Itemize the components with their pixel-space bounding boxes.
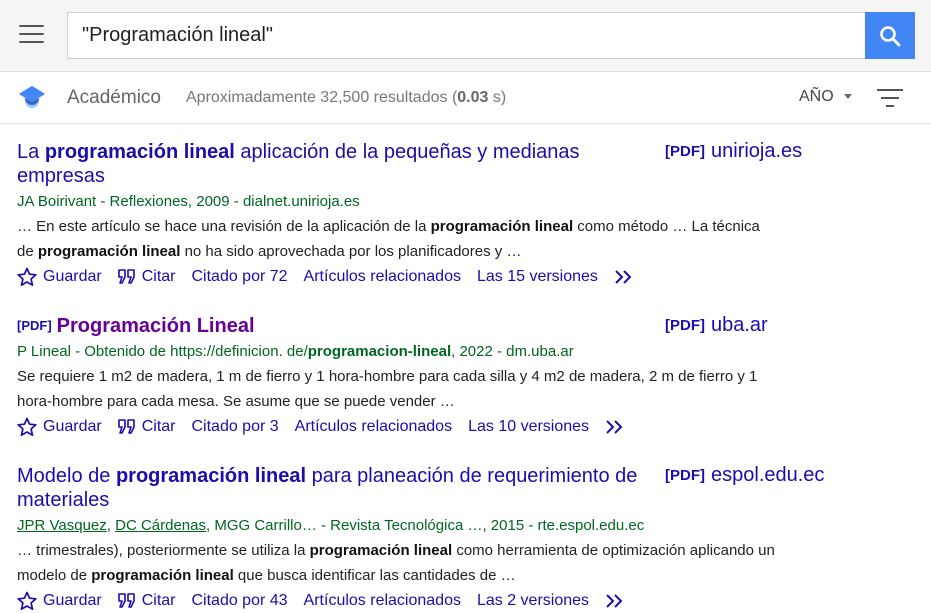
- save-button[interactable]: Guardar: [17, 417, 102, 437]
- search-result: Modelo de programación lineal para plane…: [17, 464, 917, 611]
- result-actions: Guardar Citar Citado por 3 Artículos rel…: [17, 417, 917, 437]
- star-icon: [17, 417, 37, 437]
- result-meta: JA Boirivant - Reflexiones, 2009 - dialn…: [17, 193, 360, 210]
- search-result: [PDF] Programación Lineal [PDF] uba.ar P L…: [17, 314, 917, 437]
- result-snippet: … trimestrales), posteriormente se utili…: [17, 542, 775, 584]
- result-snippet: Se requiere 1 m2 de madera, 1 m de fierr…: [17, 368, 758, 410]
- author-link[interactable]: DC Cárdenas: [115, 517, 206, 534]
- results-stats: Aproximadamente 32,500 resultados (0.03 …: [186, 89, 507, 106]
- search-input[interactable]: [68, 13, 867, 58]
- quote-icon: [117, 269, 135, 284]
- cited-by-link[interactable]: Citado por 72: [191, 268, 287, 286]
- related-articles-link[interactable]: Artículos relacionados: [304, 268, 461, 286]
- cite-button[interactable]: Citar: [117, 418, 175, 436]
- save-button[interactable]: Guardar: [17, 267, 102, 287]
- search-box[interactable]: [67, 12, 867, 59]
- result-actions: Guardar Citar Citado por 43 Artículos re…: [17, 591, 917, 611]
- scholar-logo-icon[interactable]: [18, 84, 46, 110]
- author-link[interactable]: JPR Vasquez: [17, 517, 107, 534]
- more-button[interactable]: [614, 269, 640, 285]
- results-header: Académico Aproximadamente 32,500 resulta…: [0, 71, 931, 124]
- chevron-double-right-icon: [606, 594, 623, 608]
- versions-link[interactable]: Las 2 versiones: [477, 592, 589, 610]
- result-snippet: … En este artículo se hace una revisión …: [17, 218, 760, 260]
- cite-button[interactable]: Citar: [117, 268, 175, 286]
- quote-icon: [117, 593, 135, 608]
- search-button[interactable]: [865, 12, 915, 59]
- star-icon: [17, 267, 37, 287]
- cite-button[interactable]: Citar: [117, 592, 175, 610]
- top-bar: [0, 0, 931, 71]
- chevron-double-right-icon: [615, 270, 632, 284]
- result-title[interactable]: [PDF] Programación Lineal: [17, 314, 657, 338]
- brand-label[interactable]: Académico: [67, 87, 161, 109]
- quote-icon: [117, 419, 135, 434]
- related-articles-link[interactable]: Artículos relacionados: [295, 418, 452, 436]
- year-dropdown[interactable]: AÑO: [799, 88, 852, 106]
- save-button[interactable]: Guardar: [17, 591, 102, 611]
- result-title[interactable]: Modelo de programación lineal para plane…: [17, 464, 657, 512]
- pdf-link[interactable]: [PDF] unirioja.es: [665, 140, 802, 163]
- versions-link[interactable]: Las 10 versiones: [468, 418, 589, 436]
- result-title[interactable]: La programación lineal aplicación de la …: [17, 140, 657, 188]
- filter-icon[interactable]: [877, 89, 903, 109]
- menu-icon[interactable]: [19, 25, 44, 45]
- result-meta: JPR Vasquez, DC Cárdenas, MGG Carrillo… …: [17, 517, 645, 534]
- cited-by-link[interactable]: Citado por 43: [191, 592, 287, 610]
- versions-link[interactable]: Las 15 versiones: [477, 268, 598, 286]
- search-icon: [880, 25, 901, 46]
- cited-by-link[interactable]: Citado por 3: [191, 418, 278, 436]
- search-result: La programación lineal aplicación de la …: [17, 140, 917, 287]
- result-meta: P Lineal - Obtenido de https://definicio…: [17, 343, 574, 360]
- more-button[interactable]: [605, 419, 631, 435]
- pdf-link[interactable]: [PDF] espol.edu.ec: [665, 464, 824, 487]
- result-actions: Guardar Citar Citado por 72 Artículos re…: [17, 267, 917, 287]
- star-icon: [17, 591, 37, 611]
- pdf-link[interactable]: [PDF] uba.ar: [665, 314, 768, 337]
- related-articles-link[interactable]: Artículos relacionados: [304, 592, 461, 610]
- more-button[interactable]: [605, 593, 631, 609]
- chevron-double-right-icon: [606, 420, 623, 434]
- caret-down-icon: [843, 94, 852, 100]
